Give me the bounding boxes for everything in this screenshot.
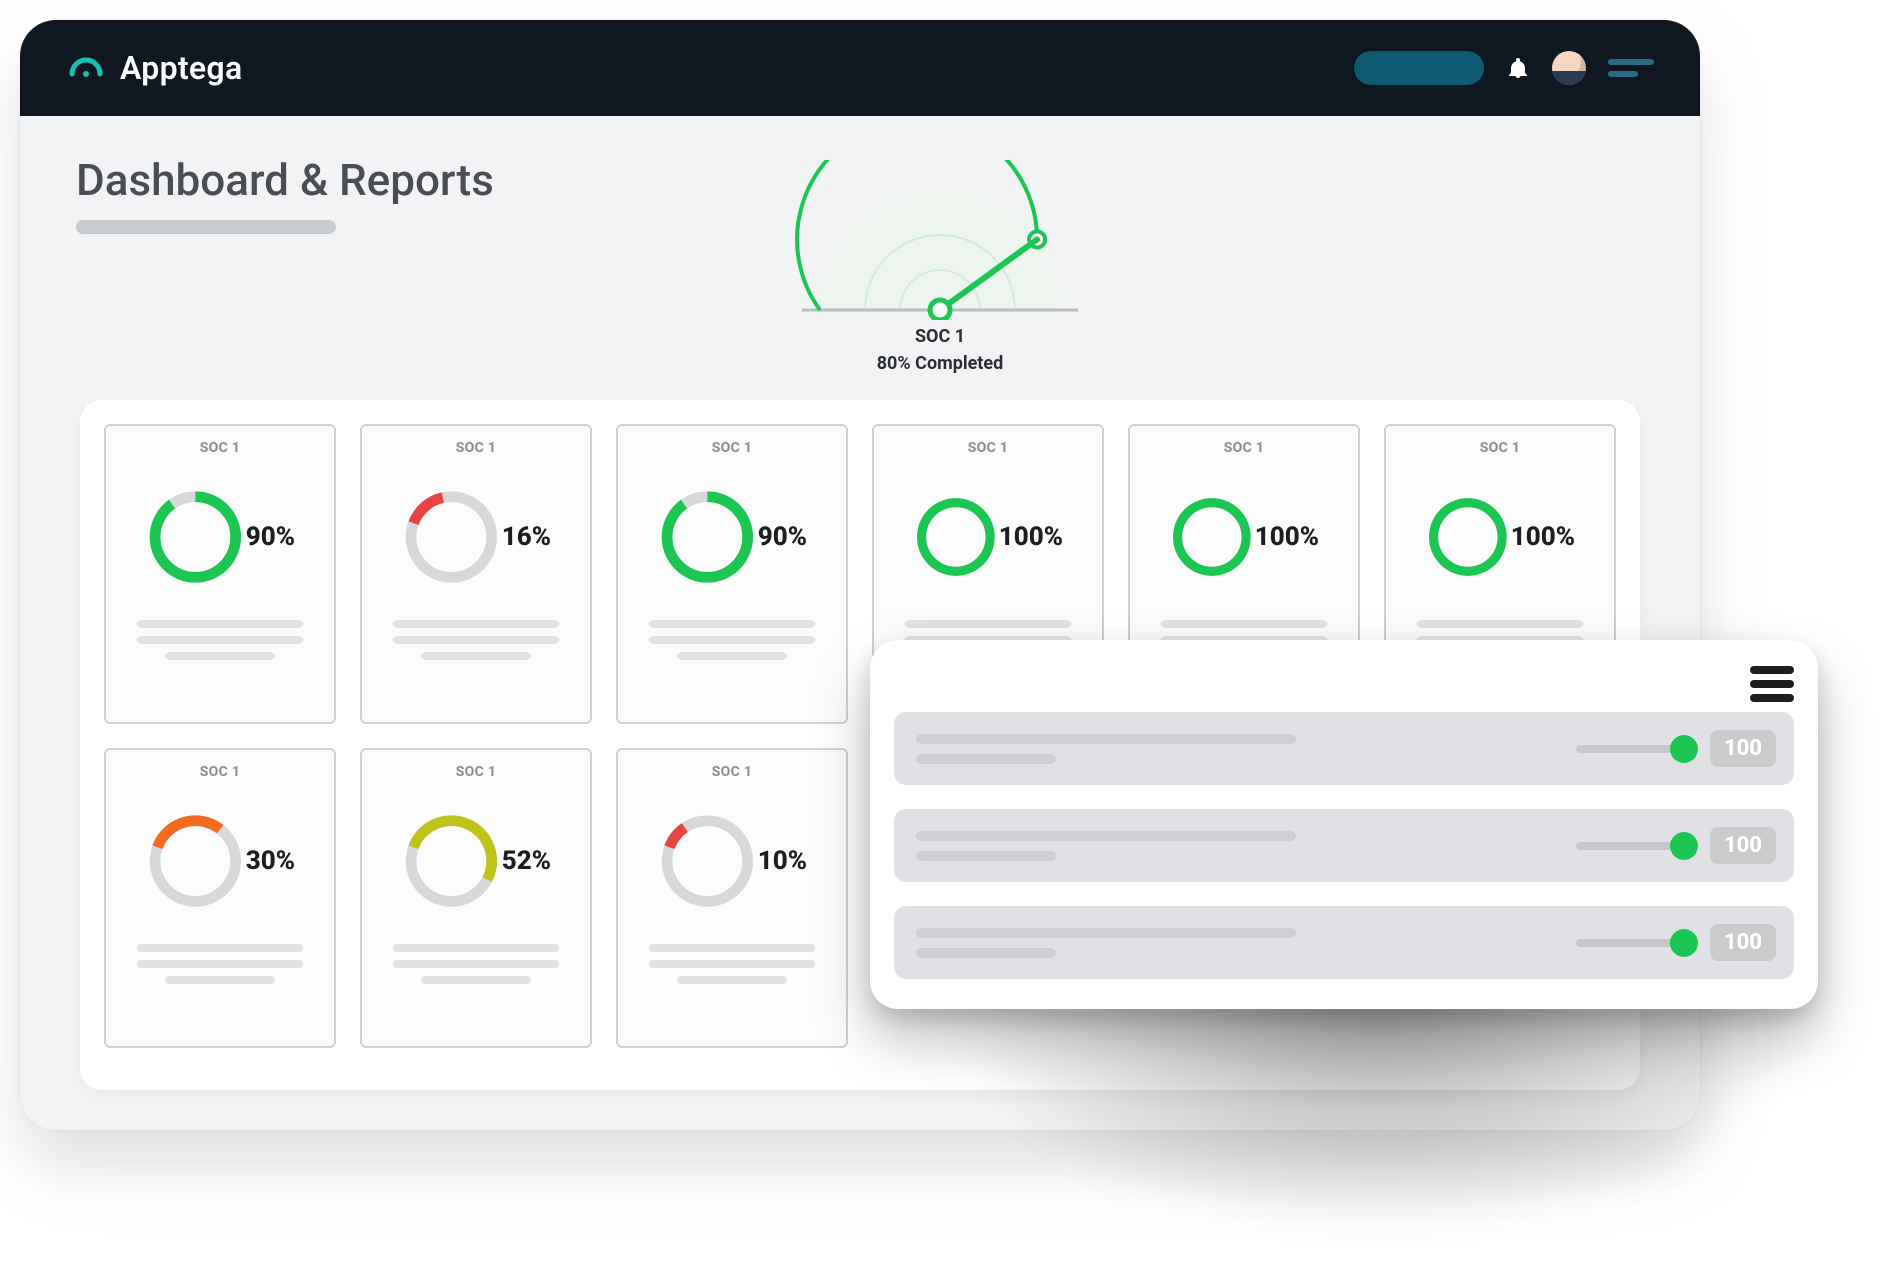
- tile-pct: 100%: [1511, 522, 1575, 552]
- tile-label: SOC 1: [200, 764, 240, 780]
- score-chip: 100: [1710, 730, 1776, 767]
- tile-label: SOC 1: [968, 440, 1008, 456]
- tile-pct: 100%: [999, 522, 1063, 552]
- donut-chart: 90%: [145, 462, 295, 612]
- tile-skeleton: [393, 620, 559, 660]
- score-chip: 100: [1710, 827, 1776, 864]
- score-slider[interactable]: [1576, 745, 1696, 753]
- detail-item-text: [916, 928, 1296, 958]
- tile-pct: 16%: [502, 522, 551, 552]
- bell-icon[interactable]: [1506, 56, 1530, 80]
- tile-skeleton: [137, 944, 303, 984]
- stage: Apptega Dashboard & Reports: [0, 0, 1882, 1270]
- detail-item-controls: 100: [1576, 827, 1776, 864]
- donut-chart: 90%: [657, 462, 807, 612]
- tile-pct: 52%: [502, 846, 551, 876]
- donut-chart: 100%: [913, 462, 1063, 612]
- donut-chart: 52%: [401, 786, 551, 936]
- tile[interactable]: SOC 1 52%: [360, 748, 592, 1048]
- score-slider[interactable]: [1576, 939, 1696, 947]
- tile-pct: 10%: [758, 846, 807, 876]
- tile[interactable]: SOC 1 90%: [104, 424, 336, 724]
- detail-item-text: [916, 831, 1296, 861]
- donut-chart: 100%: [1169, 462, 1319, 612]
- donut-chart: 30%: [145, 786, 295, 936]
- tile-pct: 90%: [758, 522, 807, 552]
- title-placeholder: [76, 220, 336, 234]
- slider-thumb[interactable]: [1670, 832, 1698, 860]
- tile-skeleton: [649, 944, 815, 984]
- main: Dashboard & Reports SOC 1 80% Completed …: [20, 116, 1700, 258]
- detail-item-text: [916, 734, 1296, 764]
- summary-gauge: SOC 1 80% Completed: [760, 160, 1120, 374]
- tile-label: SOC 1: [1224, 440, 1264, 456]
- brand-name: Apptega: [120, 49, 242, 87]
- tile-label: SOC 1: [200, 440, 240, 456]
- tile[interactable]: SOC 1 90%: [616, 424, 848, 724]
- brand: Apptega: [66, 48, 242, 88]
- detail-panel: 100 100 100: [870, 640, 1818, 1009]
- tile-pct: 90%: [246, 522, 295, 552]
- tile-label: SOC 1: [456, 440, 496, 456]
- detail-item-controls: 100: [1576, 924, 1776, 961]
- donut-chart: 10%: [657, 786, 807, 936]
- score-chip: 100: [1710, 924, 1776, 961]
- donut-chart: 100%: [1425, 462, 1575, 612]
- topbar-right: [1354, 51, 1654, 85]
- avatar[interactable]: [1552, 51, 1586, 85]
- tile-pct: 30%: [246, 846, 295, 876]
- gauge-title: SOC 1: [760, 326, 1120, 347]
- slider-thumb[interactable]: [1670, 929, 1698, 957]
- tile-label: SOC 1: [1480, 440, 1520, 456]
- tile-skeleton: [137, 620, 303, 660]
- logo-icon: [66, 48, 106, 88]
- tile[interactable]: SOC 1 10%: [616, 748, 848, 1048]
- donut-chart: 16%: [401, 462, 551, 612]
- hamburger-icon[interactable]: [1750, 666, 1794, 702]
- tile-skeleton: [649, 620, 815, 660]
- topbar: Apptega: [20, 20, 1700, 116]
- topbar-pill-button[interactable]: [1354, 51, 1484, 85]
- tile-label: SOC 1: [712, 764, 752, 780]
- slider-thumb[interactable]: [1670, 735, 1698, 763]
- detail-item[interactable]: 100: [894, 712, 1794, 785]
- tile-label: SOC 1: [712, 440, 752, 456]
- gauge-subtitle: 80% Completed: [760, 353, 1120, 374]
- tile-pct: 100%: [1255, 522, 1319, 552]
- detail-item[interactable]: 100: [894, 809, 1794, 882]
- tile-skeleton: [393, 944, 559, 984]
- topbar-menu-icon[interactable]: [1608, 59, 1654, 77]
- detail-item[interactable]: 100: [894, 906, 1794, 979]
- score-slider[interactable]: [1576, 842, 1696, 850]
- tile-label: SOC 1: [456, 764, 496, 780]
- tile[interactable]: SOC 1 16%: [360, 424, 592, 724]
- tile[interactable]: SOC 1 30%: [104, 748, 336, 1048]
- detail-item-controls: 100: [1576, 730, 1776, 767]
